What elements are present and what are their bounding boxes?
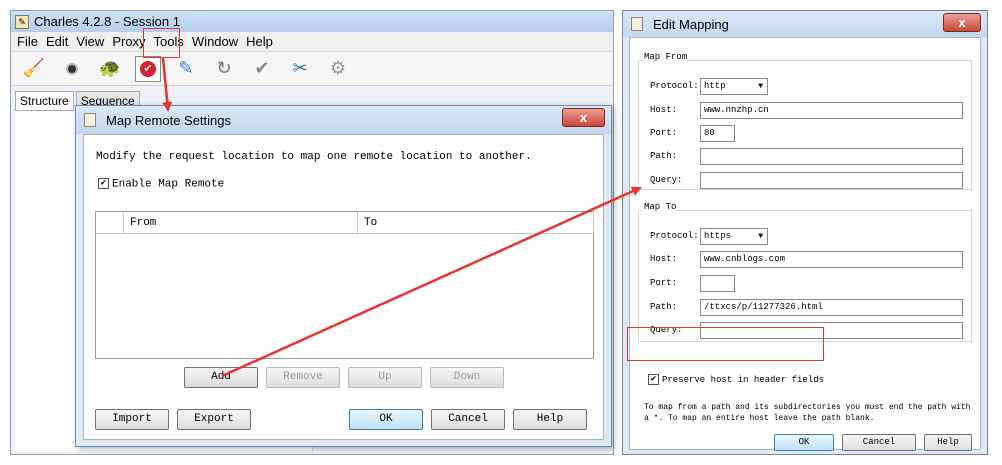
- add-button[interactable]: Add: [184, 367, 258, 388]
- menu-bar: File Edit View Proxy Tools Window Help: [11, 32, 613, 52]
- repeat-refresh-icon[interactable]: ↻: [211, 56, 237, 82]
- charles-app-icon: ✎: [15, 14, 29, 29]
- settings-gear-icon[interactable]: ⚙: [325, 56, 351, 82]
- to-protocol-value: https: [704, 231, 732, 241]
- edit-mapping-titlebar: Edit Mapping: [623, 11, 987, 37]
- menu-help[interactable]: Help: [242, 34, 277, 49]
- map-remote-title: Map Remote Settings: [106, 112, 232, 128]
- from-port-input[interactable]: 80: [700, 125, 735, 142]
- breakpoint-icon[interactable]: ✔: [135, 55, 161, 82]
- enable-map-remote[interactable]: ✔ Enable Map Remote: [98, 178, 224, 190]
- from-host-label: Host:: [650, 105, 678, 115]
- from-path-label: Path:: [650, 151, 678, 161]
- map-from-group: [638, 60, 972, 190]
- cancel-button[interactable]: Cancel: [431, 409, 505, 430]
- enable-map-remote-checkbox[interactable]: ✔: [98, 178, 109, 189]
- column-to[interactable]: To: [357, 211, 594, 234]
- map-remote-titlebar: Map Remote Settings: [76, 106, 611, 134]
- chevron-down-icon: ▼: [758, 232, 763, 241]
- to-protocol-select[interactable]: https ▼: [700, 228, 768, 245]
- to-port-input[interactable]: [700, 275, 735, 292]
- menu-file[interactable]: File: [13, 34, 42, 49]
- throttle-turtle-icon[interactable]: 🐢: [97, 56, 123, 82]
- up-button[interactable]: Up: [348, 367, 422, 388]
- to-path-input[interactable]: /ttxcs/p/11277326.html: [700, 299, 963, 316]
- tools-icon[interactable]: ✂: [287, 56, 313, 82]
- to-host-label: Host:: [650, 254, 678, 264]
- toolbar: 🧹 🐢 ✔ ✎ ↻ ✔ ✂ ⚙: [11, 52, 613, 86]
- edit-mapping-body: Map From Protocol: http ▼ Host: www.nnzh…: [629, 37, 981, 451]
- menu-view[interactable]: View: [72, 34, 108, 49]
- from-protocol-select[interactable]: http ▼: [700, 78, 768, 95]
- tools-menu-highlight: [143, 28, 180, 58]
- to-host-input[interactable]: www.cnblogs.com: [700, 251, 963, 268]
- ok-button[interactable]: OK: [774, 434, 834, 451]
- close-icon[interactable]: x: [943, 13, 981, 32]
- from-query-label: Query:: [650, 175, 683, 185]
- from-port-label: Port:: [650, 128, 678, 138]
- menu-edit[interactable]: Edit: [42, 34, 72, 49]
- preserve-host-label: Preserve host in header fields: [662, 374, 825, 385]
- from-path-input[interactable]: [700, 148, 963, 165]
- map-to-label: Map To: [644, 202, 677, 212]
- map-remote-dialog: Map Remote Settings x Modify the request…: [75, 105, 612, 447]
- export-button[interactable]: Export: [177, 409, 251, 430]
- edit-mapping-dialog: Edit Mapping x Map From Protocol: http ▼…: [622, 10, 988, 455]
- preserve-host[interactable]: ✔ Preserve host in header fields: [648, 374, 824, 385]
- dialog-icon: [631, 17, 643, 31]
- from-protocol-value: http: [704, 81, 726, 91]
- from-protocol-label: Protocol:: [650, 81, 699, 91]
- close-icon[interactable]: x: [562, 108, 605, 127]
- compose-pen-icon[interactable]: ✎: [173, 56, 199, 82]
- record-icon[interactable]: [59, 56, 85, 82]
- mapping-note: To map from a path and its subdirectorie…: [644, 403, 971, 423]
- broom-icon[interactable]: 🧹: [21, 56, 47, 82]
- mappings-empty-area[interactable]: [96, 234, 594, 359]
- preserve-host-highlight: [627, 327, 824, 361]
- import-button[interactable]: Import: [95, 409, 169, 430]
- help-button[interactable]: Help: [513, 409, 587, 430]
- map-from-label: Map From: [644, 52, 688, 62]
- map-remote-description: Modify the request location to map one r…: [96, 151, 532, 163]
- remove-button[interactable]: Remove: [266, 367, 340, 388]
- down-button[interactable]: Down: [430, 367, 504, 388]
- column-enabled: [95, 211, 124, 234]
- enable-map-remote-label: Enable Map Remote: [112, 178, 225, 191]
- from-host-input[interactable]: www.nnzhp.cn: [700, 102, 963, 119]
- mappings-table: From To: [95, 211, 594, 359]
- cancel-button[interactable]: Cancel: [842, 434, 916, 451]
- validate-check-icon[interactable]: ✔: [249, 56, 275, 82]
- preserve-host-checkbox[interactable]: ✔: [648, 374, 659, 385]
- to-port-label: Port:: [650, 278, 678, 288]
- ok-button[interactable]: OK: [349, 409, 423, 430]
- tab-structure[interactable]: Structure: [15, 91, 74, 111]
- dialog-icon: [84, 113, 96, 127]
- menu-window[interactable]: Window: [188, 34, 242, 49]
- from-query-input[interactable]: [700, 172, 963, 189]
- charles-title: Charles 4.2.8 - Session 1: [34, 14, 180, 29]
- help-button[interactable]: Help: [924, 434, 972, 451]
- to-protocol-label: Protocol:: [650, 231, 699, 241]
- chevron-down-icon: ▼: [758, 82, 763, 91]
- edit-mapping-title: Edit Mapping: [653, 16, 729, 32]
- charles-titlebar: ✎ Charles 4.2.8 - Session 1: [11, 11, 613, 32]
- map-remote-body: Modify the request location to map one r…: [83, 134, 604, 440]
- to-path-label: Path:: [650, 302, 678, 312]
- column-from[interactable]: From: [123, 211, 358, 234]
